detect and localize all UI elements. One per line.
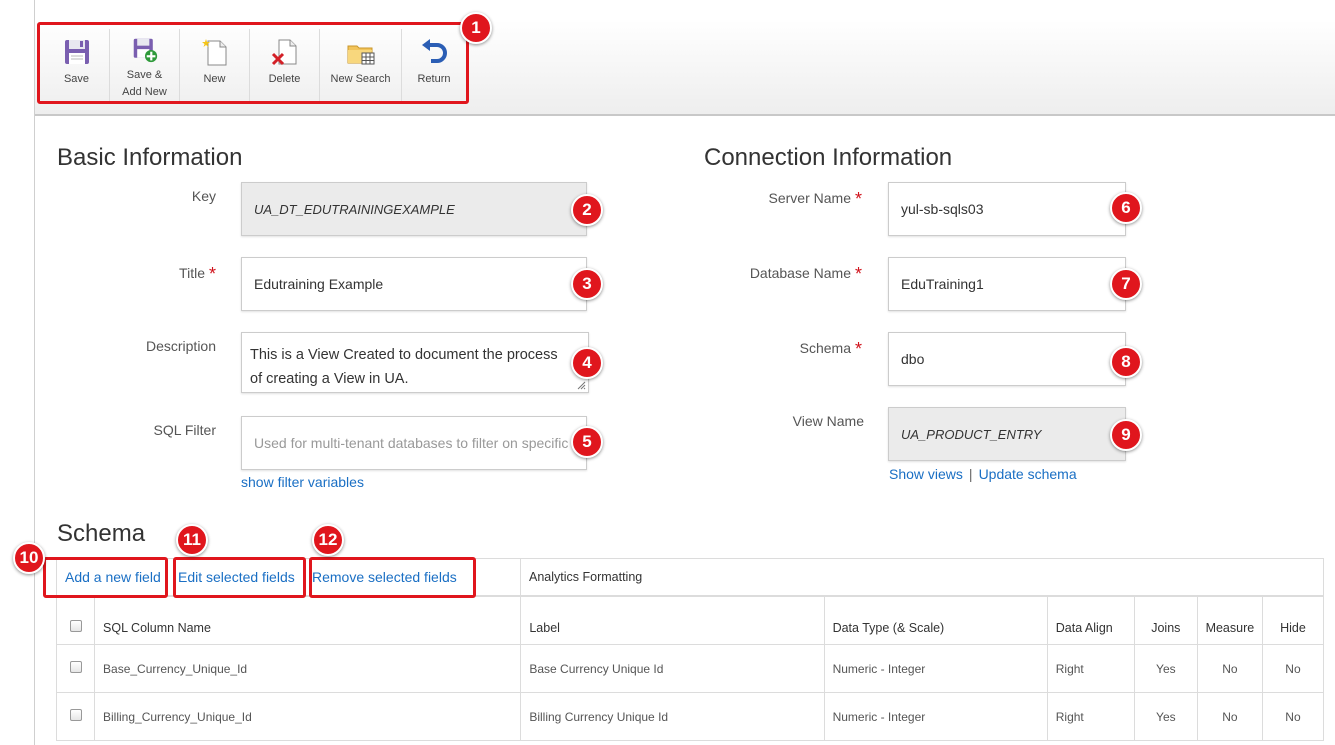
link-separator: | (968, 466, 973, 482)
table-row[interactable]: Billing_Currency_Unique_Id Billing Curre… (56, 692, 1325, 741)
table-header-row: SQL Column Name Label Data Type (& Scale… (56, 596, 1325, 645)
key-field: UA_DT_EDUTRAININGEXAMPLE (241, 182, 587, 236)
sql-column-cell: Base_Currency_Unique_Id (94, 644, 522, 693)
return-arrow-icon (422, 39, 447, 63)
title-label: Title * (179, 264, 216, 284)
callout-badge: 6 (1110, 192, 1142, 224)
row-checkbox[interactable] (69, 709, 82, 721)
column-header[interactable]: Hide (1262, 596, 1325, 645)
delete-document-icon (271, 39, 296, 66)
resize-grip-icon[interactable] (577, 381, 586, 390)
data-align-cell: Right (1047, 644, 1135, 693)
analytics-formatting-header: Analytics Formatting (529, 570, 643, 584)
callout-badge: 12 (312, 524, 344, 556)
server-name-input[interactable]: yul-sb-sqls03 (888, 182, 1126, 236)
schema-table: SQL Column Name Label Data Type (& Scale… (56, 596, 1325, 741)
save-and-add-new-label-line2: Add New (122, 86, 167, 98)
required-marker: * (854, 189, 862, 209)
column-header[interactable]: Label (520, 596, 825, 645)
required-marker: * (854, 339, 862, 359)
save-button[interactable]: Save (44, 29, 110, 101)
highlight-box (43, 557, 168, 598)
callout-badge: 2 (571, 194, 603, 226)
measure-cell: No (1197, 692, 1263, 741)
server-name-label: Server Name * (768, 189, 862, 209)
column-header[interactable]: SQL Column Name (94, 596, 522, 645)
view-name-field: UA_PRODUCT_ENTRY (888, 407, 1126, 461)
callout-badge: 11 (176, 524, 208, 556)
callout-badge: 9 (1110, 419, 1142, 451)
toolbar-divider (520, 559, 521, 596)
sql-filter-input[interactable]: Used for multi-tenant databases to filte… (241, 416, 587, 470)
select-all-cell (56, 596, 96, 645)
column-header[interactable]: Data Type (& Scale) (824, 596, 1048, 645)
view-links: Show views | Update schema (889, 466, 1077, 482)
joins-cell: Yes (1134, 644, 1198, 693)
table-row[interactable]: Base_Currency_Unique_Id Base Currency Un… (56, 644, 1325, 693)
column-header[interactable]: Joins (1134, 596, 1198, 645)
callout-badge: 3 (571, 268, 603, 300)
required-marker: * (854, 264, 862, 284)
data-type-cell: Numeric - Integer (824, 644, 1048, 693)
required-marker: * (208, 264, 216, 284)
new-search-button[interactable]: New Search (320, 29, 402, 101)
delete-button[interactable]: Delete (250, 29, 320, 101)
update-schema-link[interactable]: Update schema (979, 466, 1077, 482)
key-label: Key (191, 188, 216, 204)
action-toolbar: Save Save & Add New New Delete New Searc… (37, 22, 469, 104)
show-views-link[interactable]: Show views (889, 466, 963, 482)
data-type-cell: Numeric - Integer (824, 692, 1048, 741)
sql-filter-label: SQL Filter (153, 422, 217, 438)
label-cell: Base Currency Unique Id (520, 644, 825, 693)
save-and-add-new-button[interactable]: Save & Add New (110, 29, 180, 101)
highlight-box (309, 557, 476, 598)
hide-cell: No (1262, 644, 1325, 693)
save-and-add-new-label: Save & (126, 69, 163, 81)
show-filter-variables-link[interactable]: show filter variables (241, 474, 364, 490)
title-input[interactable]: Edutraining Example (241, 257, 587, 311)
floppy-disk-add-icon (133, 38, 157, 63)
schema-heading: Schema (57, 520, 146, 547)
new-button[interactable]: New (180, 29, 250, 101)
view-name-label: View Name (792, 413, 864, 429)
joins-cell: Yes (1134, 692, 1198, 741)
callout-badge: 5 (571, 426, 603, 458)
new-search-label: New Search (330, 73, 391, 85)
schema-input[interactable]: dbo (888, 332, 1126, 386)
save-label: Save (63, 73, 90, 85)
description-label: Description (145, 338, 216, 354)
return-button[interactable]: Return (402, 29, 466, 101)
row-select-cell (56, 692, 96, 741)
sql-column-cell: Billing_Currency_Unique_Id (94, 692, 522, 741)
callout-badge: 7 (1110, 268, 1142, 300)
description-textarea[interactable]: This is a View Created to document the p… (241, 332, 589, 393)
row-select-cell (56, 644, 96, 693)
row-checkbox[interactable] (69, 661, 82, 673)
hide-cell: No (1262, 692, 1325, 741)
database-name-input[interactable]: EduTraining1 (888, 257, 1126, 311)
column-header[interactable]: Measure (1197, 596, 1263, 645)
callout-badge: 4 (571, 347, 603, 379)
new-document-icon (201, 39, 226, 66)
callout-badge: 8 (1110, 346, 1142, 378)
database-name-label: Database Name * (749, 264, 862, 284)
select-all-checkbox[interactable] (69, 620, 82, 632)
floppy-disk-icon (64, 40, 89, 64)
return-label: Return (417, 73, 451, 85)
label-cell: Billing Currency Unique Id (520, 692, 825, 741)
delete-label: Delete (268, 73, 301, 85)
highlight-box (173, 557, 306, 598)
connection-information-heading: Connection Information (704, 144, 953, 171)
callout-badge: 10 (13, 542, 45, 574)
folder-search-icon (347, 45, 374, 65)
basic-information-heading: Basic Information (57, 144, 243, 171)
callout-badge: 1 (460, 12, 492, 44)
schema-label: Schema * (799, 339, 862, 359)
measure-cell: No (1197, 644, 1263, 693)
new-label: New (203, 73, 226, 85)
data-align-cell: Right (1047, 692, 1135, 741)
column-header[interactable]: Data Align (1047, 596, 1135, 645)
description-text: This is a View Created to document the p… (250, 347, 558, 387)
